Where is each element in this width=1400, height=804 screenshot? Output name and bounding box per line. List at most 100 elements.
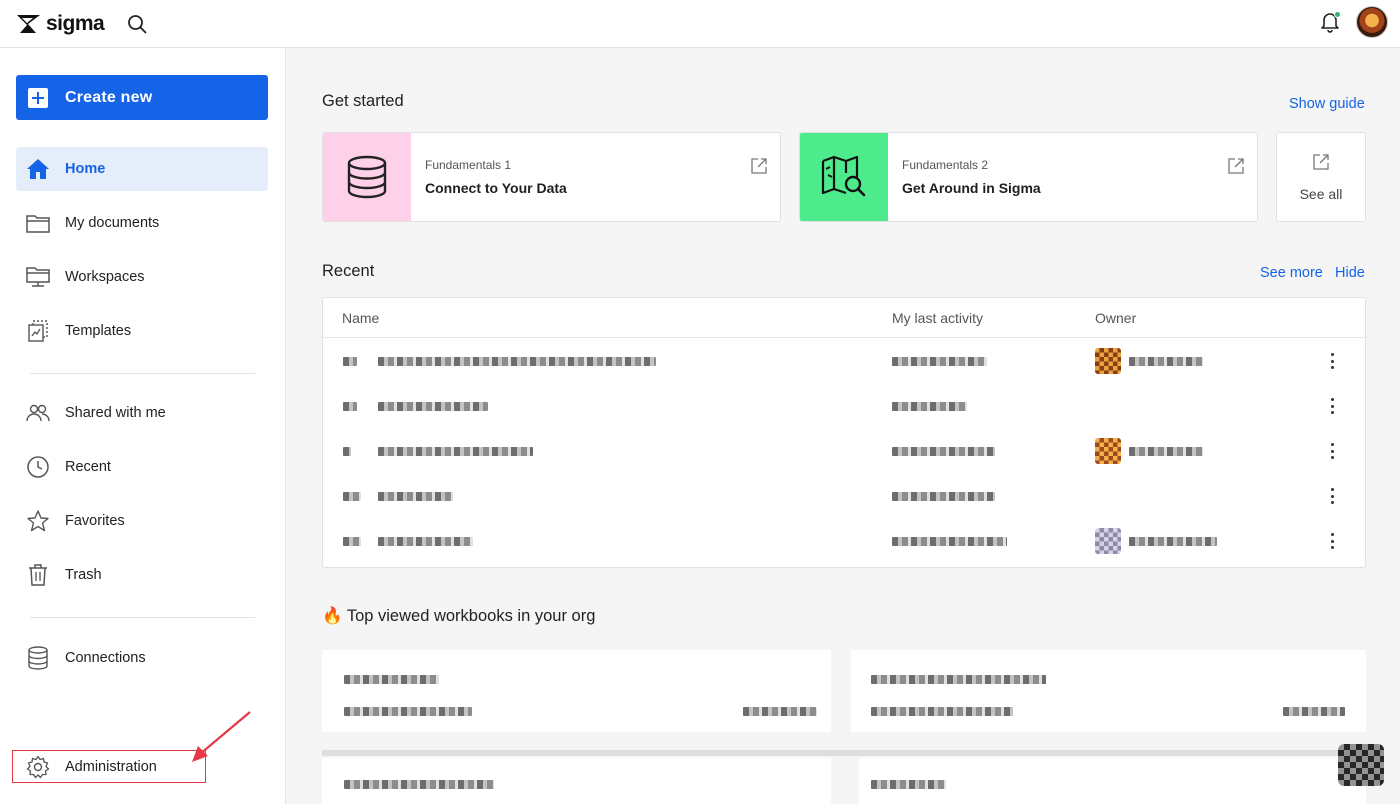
get-started-title: Get started: [322, 92, 404, 110]
row-type-icon: [343, 357, 357, 366]
create-new-button[interactable]: Create new: [16, 75, 268, 120]
notifications-bell-icon[interactable]: [1318, 10, 1342, 34]
redacted-workbook-name: [871, 675, 1046, 684]
redacted-workbook-meta: [344, 707, 472, 716]
see-all-card[interactable]: See all: [1276, 132, 1366, 222]
row-type-icon: [343, 492, 361, 501]
redacted-workbook-name: [344, 675, 439, 684]
top-bar: sigma: [0, 0, 1400, 48]
owner-avatar: [1095, 528, 1121, 554]
redacted-owner: [1129, 537, 1217, 546]
sidebar-item-label: Trash: [65, 567, 102, 583]
annotation-arrow: [192, 711, 251, 762]
sidebar: Create new Home My documents Workspaces …: [0, 48, 286, 804]
redacted-activity: [892, 537, 1007, 546]
help-chat-button[interactable]: [1338, 744, 1384, 786]
more-options-icon[interactable]: [1325, 396, 1339, 416]
recent-title: Recent: [322, 262, 375, 280]
column-header-name[interactable]: Name: [342, 310, 379, 326]
table-row[interactable]: [323, 474, 1365, 519]
card-thumbnail: [800, 133, 888, 221]
column-header-last-activity[interactable]: My last activity: [892, 310, 983, 326]
sigma-logo[interactable]: sigma: [16, 11, 105, 36]
redacted-activity: [892, 492, 995, 501]
redacted-name: [378, 357, 656, 366]
sidebar-divider: [30, 617, 255, 618]
redacted-owner: [1129, 447, 1203, 456]
trash-icon: [26, 563, 50, 587]
fundamentals-card-1[interactable]: Fundamentals 1 Connect to Your Data: [322, 132, 781, 222]
redacted-workbook-name: [871, 780, 946, 789]
table-row[interactable]: [323, 429, 1365, 474]
card-eyebrow: Fundamentals 2: [902, 158, 989, 172]
sidebar-item-label: Shared with me: [65, 405, 166, 421]
sidebar-item-label: Home: [65, 161, 106, 177]
row-type-icon: [343, 447, 351, 456]
map-search-icon: [821, 155, 866, 197]
top-viewed-card[interactable]: [322, 650, 831, 732]
user-avatar[interactable]: [1356, 6, 1388, 38]
fundamentals-card-2[interactable]: Fundamentals 2 Get Around in Sigma: [799, 132, 1258, 222]
more-options-icon[interactable]: [1325, 486, 1339, 506]
sidebar-item-label: Workspaces: [65, 269, 145, 285]
database-icon: [347, 155, 387, 199]
sidebar-item-workspaces[interactable]: Workspaces: [16, 255, 268, 299]
table-row[interactable]: [323, 384, 1365, 429]
see-more-link[interactable]: See more: [1260, 265, 1323, 281]
plus-icon: [28, 87, 48, 108]
sidebar-item-favorites[interactable]: Favorites: [16, 499, 268, 543]
sidebar-item-templates[interactable]: Templates: [16, 309, 268, 353]
external-link-icon: [1227, 157, 1245, 180]
table-row[interactable]: [323, 519, 1365, 564]
folder-icon: [26, 211, 50, 235]
card-eyebrow: Fundamentals 1: [425, 158, 512, 172]
redacted-name: [378, 402, 488, 411]
top-viewed-card[interactable]: [859, 758, 1366, 804]
redacted-activity: [892, 402, 967, 411]
redacted-workbook-views: [1283, 707, 1345, 716]
logo-text: sigma: [46, 11, 105, 35]
hide-link[interactable]: Hide: [1335, 265, 1365, 281]
row-type-icon: [343, 537, 361, 546]
table-row[interactable]: [323, 339, 1365, 384]
column-header-owner[interactable]: Owner: [1095, 310, 1136, 326]
redacted-workbook-name: [344, 780, 494, 789]
external-link-icon: [1312, 153, 1330, 176]
redacted-workbook-meta: [871, 707, 1013, 716]
top-viewed-title: 🔥 Top viewed workbooks in your org: [322, 607, 596, 625]
notification-dot: [1334, 11, 1341, 18]
table-header: Name My last activity Owner: [323, 298, 1365, 338]
more-options-icon[interactable]: [1325, 441, 1339, 461]
sidebar-item-label: Recent: [65, 459, 111, 475]
redacted-activity: [892, 447, 995, 456]
sigma-logo-icon: [17, 14, 40, 33]
show-guide-link[interactable]: Show guide: [1289, 96, 1365, 112]
owner-avatar: [1095, 438, 1121, 464]
owner-avatar: [1095, 348, 1121, 374]
more-options-icon[interactable]: [1325, 351, 1339, 371]
sidebar-divider: [30, 373, 255, 374]
see-all-label: See all: [1299, 185, 1343, 202]
recent-table: Name My last activity Owner: [322, 297, 1366, 568]
sidebar-item-trash[interactable]: Trash: [16, 553, 268, 597]
sidebar-item-connections[interactable]: Connections: [16, 636, 268, 680]
card-title: Get Around in Sigma: [902, 180, 1041, 196]
clock-icon: [26, 455, 50, 479]
card-title: Connect to Your Data: [425, 180, 567, 196]
more-options-icon[interactable]: [1325, 531, 1339, 551]
search-icon[interactable]: [126, 13, 148, 35]
star-icon: [26, 509, 50, 533]
sidebar-item-my-documents[interactable]: My documents: [16, 201, 268, 245]
sidebar-item-shared-with-me[interactable]: Shared with me: [16, 391, 268, 435]
database-icon: [26, 646, 50, 670]
main-content: Get started Show guide Fundamentals 1 Co…: [287, 48, 1400, 804]
sidebar-item-home[interactable]: Home: [16, 147, 268, 191]
sidebar-item-recent[interactable]: Recent: [16, 445, 268, 489]
top-viewed-card[interactable]: [322, 758, 831, 804]
top-viewed-card[interactable]: [851, 650, 1366, 732]
sidebar-item-label: Templates: [65, 323, 132, 339]
people-icon: [26, 401, 50, 425]
redacted-activity: [892, 357, 987, 366]
workspace-icon: [26, 265, 50, 289]
redacted-name: [378, 537, 473, 546]
